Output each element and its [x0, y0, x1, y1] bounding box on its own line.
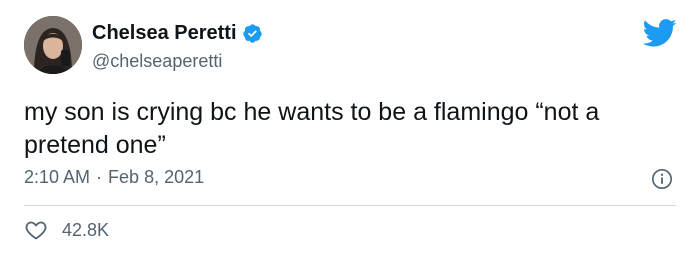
divider: [24, 205, 676, 206]
avatar[interactable]: [24, 16, 82, 74]
display-name[interactable]: Chelsea Peretti: [92, 22, 237, 45]
twitter-bird-icon[interactable]: [641, 18, 677, 48]
author-name-row: Chelsea Peretti: [92, 22, 263, 45]
avatar-image: [24, 16, 82, 74]
tweet-text: my son is crying bc he wants to be a fla…: [24, 98, 600, 159]
tweet-timestamp[interactable]: 2:10 AM · Feb 8, 2021: [24, 167, 204, 188]
like-action[interactable]: 42.8K: [24, 218, 109, 242]
user-handle[interactable]: @chelseaperetti: [92, 51, 222, 72]
like-count: 42.8K: [62, 219, 110, 240]
info-icon[interactable]: [651, 168, 673, 190]
tweet-card: Chelsea Peretti @chelseaperetti my son i…: [0, 0, 700, 258]
meta-separator: ·: [96, 167, 103, 187]
verified-badge-icon: [242, 23, 263, 44]
tweet-date[interactable]: Feb 8, 2021: [108, 167, 204, 187]
tweet-time[interactable]: 2:10 AM: [24, 167, 90, 187]
heart-icon[interactable]: [24, 218, 48, 242]
